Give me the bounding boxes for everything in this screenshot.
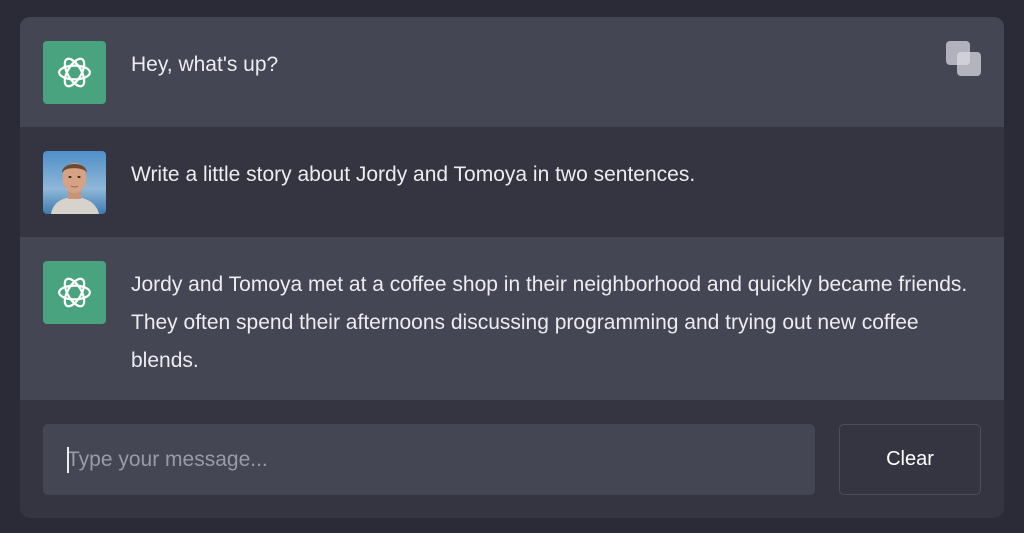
assistant-avatar bbox=[43, 41, 106, 104]
assistant-message: Jordy and Tomoya met at a coffee shop in… bbox=[20, 237, 1004, 400]
message-text: Write a little story about Jordy and Tom… bbox=[131, 163, 696, 186]
user-avatar bbox=[43, 151, 106, 214]
openai-logo-icon bbox=[58, 57, 91, 88]
text-cursor bbox=[67, 447, 69, 473]
clear-button[interactable]: Clear bbox=[839, 424, 981, 495]
message-input[interactable] bbox=[43, 424, 815, 495]
user-message: Write a little story about Jordy and Tom… bbox=[20, 127, 1004, 237]
assistant-message: Hey, what's up? bbox=[20, 17, 1004, 127]
chat-panel: Hey, what's up? Write a little story abo… bbox=[20, 17, 1004, 518]
user-photo-avatar bbox=[43, 151, 106, 214]
assistant-avatar bbox=[43, 261, 106, 324]
message-text: Hey, what's up? bbox=[131, 53, 279, 76]
copy-icon[interactable] bbox=[946, 41, 982, 77]
message-text: Jordy and Tomoya met at a coffee shop in… bbox=[131, 273, 968, 372]
openai-logo-icon bbox=[58, 277, 91, 308]
